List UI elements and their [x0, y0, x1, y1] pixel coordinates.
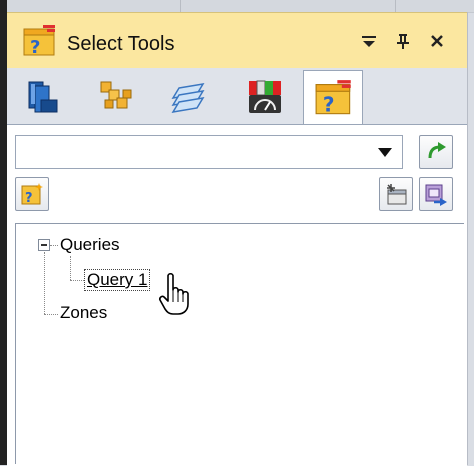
query-combobox[interactable] — [15, 135, 403, 169]
dropdown-arrow-icon[interactable] — [378, 148, 392, 157]
green-arrow-run-icon — [428, 142, 446, 159]
tool-tabs: ? — [7, 68, 467, 124]
top-strip-separator — [180, 0, 181, 12]
left-edge-bar — [0, 0, 7, 465]
new-query-icon: ? — [21, 183, 43, 206]
tree-line — [50, 245, 58, 246]
close-icon[interactable] — [429, 32, 445, 50]
layers-icon[interactable] — [169, 78, 209, 116]
tree-line — [70, 280, 84, 281]
gauge-icon[interactable] — [245, 78, 285, 116]
select-tools-query-icon: ? — [23, 25, 55, 57]
hand-pointer-cursor-icon — [159, 272, 189, 315]
query-properties-button[interactable] — [379, 177, 413, 211]
assembly-blocks-icon[interactable] — [97, 78, 137, 116]
run-query-button[interactable] — [419, 135, 453, 169]
new-query-button[interactable]: ? — [15, 177, 49, 211]
query-tab-content: ? Queries Query 1 Zones — [7, 124, 467, 466]
tab-query[interactable]: ? — [303, 70, 363, 124]
tree-node-query-1[interactable]: Query 1 — [84, 269, 151, 291]
query-icon: ? — [315, 80, 351, 116]
select-to-icon — [425, 184, 447, 206]
svg-text:?: ? — [30, 37, 40, 57]
tree-line — [70, 256, 71, 280]
dropdown-menu-icon[interactable] — [361, 32, 377, 50]
panel-title: Select Tools — [67, 33, 175, 55]
tree-node-zones[interactable]: Zones — [60, 303, 107, 323]
select-tools-panel: ? Select Tools ? ? Queries Query 1 Zones — [7, 12, 468, 466]
parts-stack-icon[interactable] — [23, 78, 63, 116]
collapse-queries-toggle[interactable] — [38, 239, 50, 251]
tree-line — [44, 252, 45, 314]
query-tree: Queries Query 1 Zones — [15, 223, 464, 464]
properties-icon — [387, 184, 407, 205]
panel-title-bar[interactable]: ? Select Tools — [7, 12, 467, 68]
tree-node-queries[interactable]: Queries — [60, 235, 120, 255]
select-to-button[interactable] — [419, 177, 453, 211]
tree-line — [44, 314, 58, 315]
pin-icon[interactable] — [395, 32, 411, 50]
top-strip-separator — [395, 0, 396, 12]
query-combobox-input[interactable] — [20, 140, 364, 166]
svg-text:?: ? — [323, 92, 335, 116]
svg-text:?: ? — [25, 191, 33, 206]
